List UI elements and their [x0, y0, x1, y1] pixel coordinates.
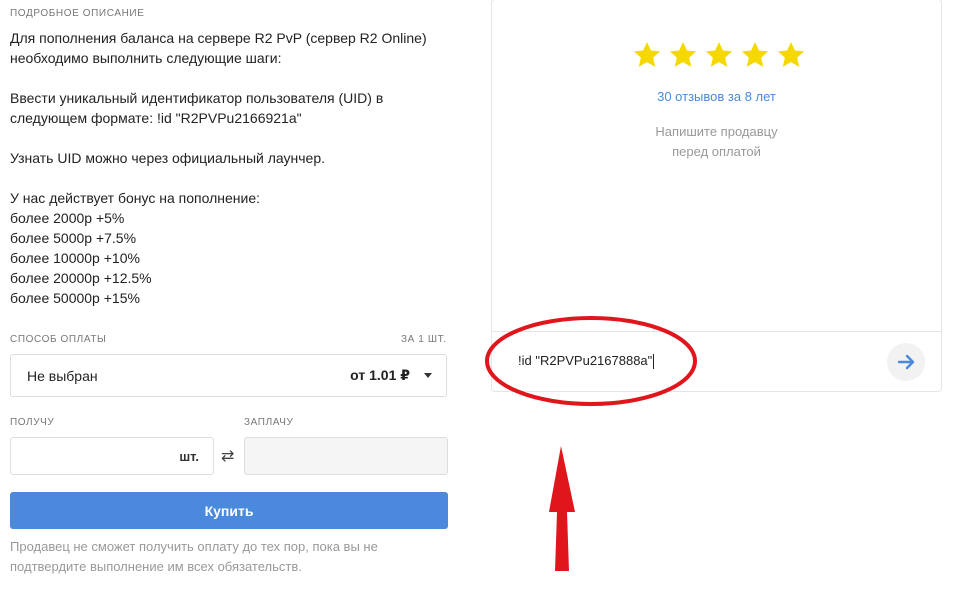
rating-stars	[632, 40, 806, 70]
annotation-arrow	[549, 446, 575, 571]
hint-line: перед оплатой	[672, 144, 761, 159]
bonus-item: более 10000р +10%	[10, 250, 140, 266]
payment-method-label: СПОСОБ ОПЛАТЫ	[10, 334, 107, 345]
star-icon	[741, 41, 769, 67]
arrow-right-icon	[897, 354, 915, 370]
payment-method-value: Не выбран	[27, 367, 98, 384]
hint-line: Напишите продавцу	[655, 124, 778, 139]
bonus-item: более 2000р +5%	[10, 210, 125, 226]
star-icon	[777, 41, 805, 67]
description-text: Для пополнения баланса на сервере R2 PvP…	[10, 28, 470, 308]
buy-button[interactable]: Купить	[10, 492, 448, 529]
pay-label: ЗАПЛАЧУ	[244, 417, 294, 428]
bonus-item: более 20000р +12.5%	[10, 270, 152, 286]
pay-amount-input[interactable]	[244, 437, 448, 475]
seller-chat-panel: 30 отзывов за 8 лет Напишите продавцу пе…	[491, 0, 942, 392]
description-line: Ввести уникальный идентификатор пользова…	[10, 90, 384, 106]
star-icon	[705, 41, 733, 67]
description-line: Узнать UID можно через официальный лаунч…	[10, 150, 326, 166]
bonus-item: более 5000р +7.5%	[10, 230, 137, 246]
chat-divider	[492, 331, 941, 332]
chevron-down-icon	[424, 373, 432, 378]
unit-label: шт.	[179, 448, 199, 464]
description-label: ПОДРОБНОЕ ОПИСАНИЕ	[10, 8, 145, 19]
star-icon	[633, 41, 661, 67]
description-line: необходимо выполнить следующие шаги:	[10, 50, 282, 66]
description-line: следующем формате: !id "R2PVPu2166921a"	[10, 110, 302, 126]
reviews-link[interactable]: 30 отзывов за 8 лет	[492, 89, 941, 104]
price-from: от 1.01 ₽	[350, 367, 410, 383]
payment-method-select[interactable]: Не выбран от 1.01 ₽	[10, 354, 447, 397]
star-icon	[669, 41, 697, 67]
description-line: Для пополнения баланса на сервере R2 PvP…	[10, 30, 427, 46]
bonus-title: У нас действует бонус на пополнение:	[10, 190, 260, 206]
quantity-input[interactable]: шт.	[10, 437, 214, 475]
swap-icon[interactable]: ⇄	[221, 446, 234, 466]
receive-label: ПОЛУЧУ	[10, 417, 55, 428]
bonus-item: более 50000р +15%	[10, 290, 140, 306]
escrow-note: Продавец не сможет получить оплату до те…	[10, 539, 378, 574]
text-cursor	[653, 354, 655, 370]
contact-hint: Напишите продавцу перед оплатой	[492, 122, 941, 162]
chat-input-value: !id "R2PVPu2167888a"	[518, 353, 653, 368]
chat-message-input[interactable]: !id "R2PVPu2167888a"	[518, 353, 655, 370]
per-unit-label: ЗА 1 ШТ.	[401, 334, 447, 345]
send-button[interactable]	[887, 343, 925, 381]
